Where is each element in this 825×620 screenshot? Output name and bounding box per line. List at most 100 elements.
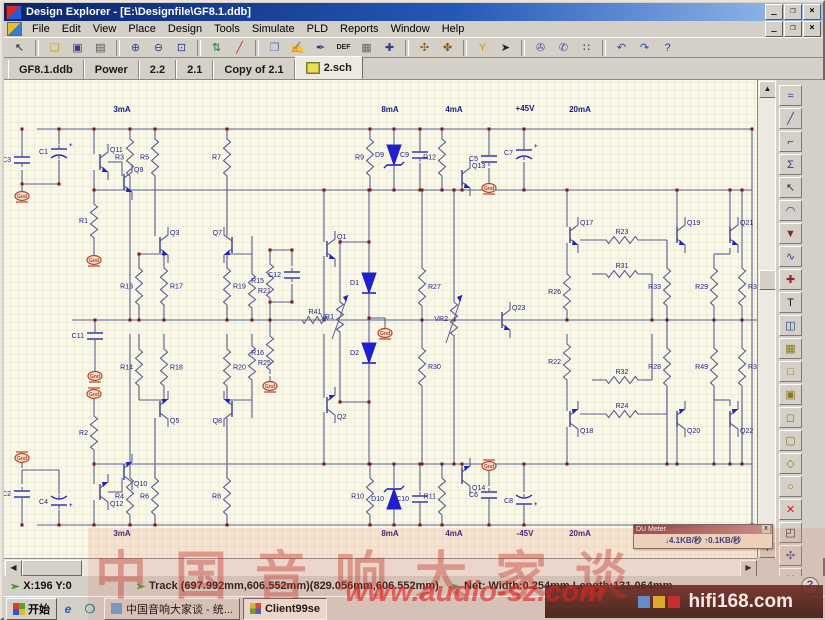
document-icon[interactable] [7,22,22,36]
undo-icon[interactable]: ↶ [611,39,632,57]
open-document-icon[interactable]: ❏ [44,39,65,57]
tab-2-sch[interactable]: 2.sch [295,56,363,79]
restore-button[interactable]: ❐ [784,4,802,20]
du-meter-speeds: ↓4.1KB/秒 ↑0.1KB/秒 [634,534,772,547]
draw-line-icon[interactable]: ╱ [229,39,250,57]
taskbar-task-0[interactable]: 中国音响大家谈 - 统... [104,598,240,620]
taskbar-task-1[interactable]: Client99se [243,598,327,620]
close-button[interactable]: × [803,4,821,20]
paste-array-tool-icon[interactable]: ◰ [779,522,802,543]
menu-reports[interactable]: Reports [334,22,385,36]
sort-updown-icon[interactable]: ⇅ [206,39,227,57]
bus-entry-tool-icon[interactable]: Σ [779,154,802,175]
save-icon[interactable]: ▣ [67,39,88,57]
ellipse-tool-icon[interactable]: ○ [779,476,802,497]
cursor-tool-icon[interactable]: ↖ [779,177,802,198]
copy-icon[interactable]: ❐ [264,39,285,57]
round-rect-tool-icon[interactable]: ◻ [779,407,802,428]
run-icon[interactable]: ➤ [495,39,516,57]
text-tool-icon[interactable]: T [779,292,802,313]
menu-edit[interactable]: Edit [56,22,87,36]
probe-2-icon[interactable]: ✆ [553,39,574,57]
menu-pld[interactable]: PLD [301,22,334,36]
svg-text:3mA: 3mA [113,105,131,114]
move-icon[interactable]: ✚ [379,39,400,57]
horizontal-scroll-thumb[interactable] [22,560,82,576]
start-button[interactable]: 开始 [6,598,57,620]
child-restore-button[interactable]: ❐ [784,21,802,37]
menu-view[interactable]: View [87,22,123,36]
help-icon[interactable]: ? [657,39,678,57]
horizontal-scrollbar[interactable]: ◀ ▶ [4,558,757,576]
vertical-scrollbar[interactable]: ▲ ▼ [757,80,775,558]
print-icon[interactable]: ▤ [90,39,111,57]
svg-text:Q10: Q10 [134,481,147,488]
schematic-viewport[interactable]: R1R2R3R4R5R6R7R8R13R14R17R18R19R20R21R25… [4,80,757,558]
browse-parts-2-icon[interactable]: ✤ [437,39,458,57]
round-rect-filled-tool-icon[interactable]: ▢ [779,430,802,451]
menu-simulate[interactable]: Simulate [246,22,301,36]
bus-tool-icon[interactable]: ⌐ [779,131,802,152]
tab-2-2[interactable]: 2.2 [139,60,176,79]
probe-tool-icon[interactable]: ✣ [779,545,802,566]
app-icon [6,5,22,20]
select-cursor-icon[interactable]: ↖ [9,39,30,57]
browser-page-icon [111,603,122,614]
browse-parts-icon[interactable]: ✣ [414,39,435,57]
redo-icon[interactable]: ↷ [634,39,655,57]
tray-icon-gold [653,596,665,608]
menu-tools[interactable]: Tools [208,22,246,36]
wrench-icon[interactable]: Y [472,39,493,57]
menu-file[interactable]: File [26,22,56,36]
child-minimize-button[interactable]: _ [765,21,783,37]
tab-gf8-1-ddb[interactable]: GF8.1.ddb [8,60,84,79]
sheet-symbol-tool-icon[interactable]: ▦ [779,338,802,359]
vertical-scroll-thumb[interactable] [759,270,776,290]
svg-text:R38: R38 [748,364,757,371]
scroll-right-arrow[interactable]: ▶ [740,560,757,577]
junction-tool-icon[interactable]: ✚ [779,269,802,290]
part-tool-icon[interactable]: ◫ [779,315,802,336]
rect-tool-icon[interactable]: □ [779,361,802,382]
schematic-canvas[interactable]: R1R2R3R4R5R6R7R8R13R14R17R18R19R20R21R25… [4,80,757,558]
scroll-up-arrow[interactable]: ▲ [759,81,776,98]
bezier-tool-icon[interactable]: ∿ [779,246,802,267]
zoom-window-icon[interactable]: ⊡ [171,39,192,57]
pen-icon[interactable]: ✒ [310,39,331,57]
power-port-tool-icon[interactable]: ▼ [779,223,802,244]
annotate-icon[interactable]: ✍ [287,39,308,57]
tab-copy-of-2-1[interactable]: Copy of 2.1 [213,60,294,79]
tab-2-1[interactable]: 2.1 [176,60,213,79]
du-meter-titlebar[interactable]: DU Meter x [634,525,772,534]
scroll-left-arrow[interactable]: ◀ [5,560,22,577]
du-meter-close-icon[interactable]: x [762,525,770,533]
child-close-button[interactable]: × [803,21,821,37]
menu-design[interactable]: Design [162,22,208,36]
select-area-icon[interactable]: ▦ [356,39,377,57]
line-tool-icon[interactable]: ╱ [779,108,802,129]
svg-text:Q18: Q18 [580,428,593,435]
du-meter-window[interactable]: DU Meter x ↓4.1KB/秒 ↑0.1KB/秒 [633,524,773,549]
svg-text:R11: R11 [424,494,436,501]
svg-text:20mA: 20mA [569,529,591,538]
probe-icon[interactable]: ✇ [530,39,551,57]
menu-window[interactable]: Window [385,22,436,36]
svg-text:Q1: Q1 [337,234,346,241]
quick-launch-icon[interactable]: ❍ [82,601,98,617]
zoom-out-icon[interactable]: ⊖ [148,39,169,57]
menu-place[interactable]: Place [122,22,162,36]
internet-explorer-icon[interactable]: e [60,601,76,617]
svg-text:VR1: VR1 [320,314,334,321]
svg-text:D1: D1 [350,280,359,287]
minimize-button[interactable]: _ [765,4,783,20]
wire-tool-icon[interactable]: ≈ [779,85,802,106]
tab-power[interactable]: Power [84,60,139,79]
menu-help[interactable]: Help [436,22,471,36]
arc-tool-icon[interactable]: ◠ [779,200,802,221]
zoom-in-icon[interactable]: ⊕ [125,39,146,57]
filled-rect-tool-icon[interactable]: ▣ [779,384,802,405]
def-icon[interactable]: DEF [333,39,354,57]
delete-tool-icon[interactable]: ✕ [779,499,802,520]
matrix-icon[interactable]: ∷ [576,39,597,57]
polygon-tool-icon[interactable]: ◇ [779,453,802,474]
